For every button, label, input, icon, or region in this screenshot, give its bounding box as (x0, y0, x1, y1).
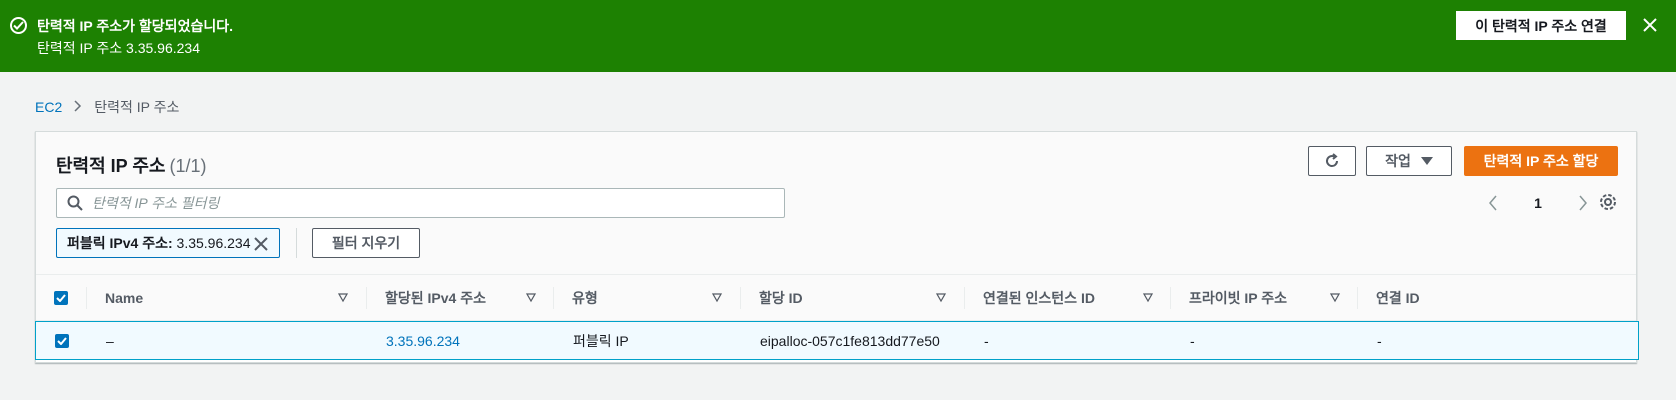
column-divider (1357, 287, 1358, 309)
selection-count: (1/1) (169, 156, 207, 176)
checkbox-checked-icon (54, 291, 68, 305)
allocate-eip-button[interactable]: 탄력적 IP 주소 할당 (1464, 146, 1618, 176)
column-divider (1170, 287, 1171, 309)
filter-token-value: 3.35.96.234 (176, 235, 251, 251)
select-all-checkbox[interactable] (54, 275, 68, 321)
check-circle-icon (10, 17, 27, 34)
column-header-name[interactable]: Name (105, 275, 143, 321)
refresh-button[interactable] (1308, 146, 1356, 176)
success-flash-banner: 탄력적 IP 주소가 할당되었습니다. 탄력적 IP 주소 3.35.96.23… (0, 0, 1676, 72)
filter-token-key: 퍼블릭 IPv4 주소: (67, 235, 173, 251)
cell-association-id: - (1377, 332, 1382, 349)
column-header-type[interactable]: 유형 (572, 275, 598, 321)
breadcrumb: EC2 탄력적 IP 주소 (35, 97, 179, 117)
sort-icon[interactable] (338, 293, 348, 303)
clear-filters-button[interactable]: 필터 지우기 (312, 228, 420, 258)
checkbox-checked-icon (55, 333, 69, 348)
actions-dropdown[interactable]: 작업 (1366, 146, 1452, 176)
column-header-instance-id[interactable]: 연결된 인스턴스 ID (983, 275, 1095, 321)
panel-header: 탄력적 IP 주소(1/1) 작업 탄력적 IP 주소 할당 1 퍼블릭 IPv… (36, 132, 1636, 275)
chevron-right-icon[interactable] (1578, 195, 1588, 211)
close-icon[interactable] (1642, 17, 1658, 33)
column-header-allocation-id[interactable]: 할당 ID (759, 275, 803, 321)
refresh-icon (1326, 153, 1339, 167)
search-field (56, 188, 785, 218)
cell-allocation-id: eipalloc-057c1fe813dd77e50 (760, 332, 940, 349)
pagination: 1 (1488, 190, 1588, 216)
cell-name: – (106, 332, 114, 349)
column-divider (740, 287, 741, 309)
filter-token: 퍼블릭 IPv4 주소: 3.35.96.234 (56, 228, 280, 258)
sort-icon[interactable] (526, 293, 536, 303)
gear-icon[interactable] (1598, 192, 1618, 212)
sort-icon[interactable] (1143, 293, 1153, 303)
divider (296, 228, 297, 258)
column-divider (86, 287, 87, 309)
sort-icon[interactable] (936, 293, 946, 303)
column-header-private-ip[interactable]: 프라이빗 IP 주소 (1189, 275, 1287, 321)
chevron-right-icon (74, 99, 82, 115)
row-checkbox[interactable] (55, 322, 69, 359)
sort-icon[interactable] (1330, 293, 1340, 303)
actions-label: 작업 (1385, 153, 1411, 169)
page-title: 탄력적 IP 주소 (1/1) (56, 152, 207, 178)
breadcrumb-ec2-link[interactable]: EC2 (35, 99, 62, 115)
associate-eip-button[interactable]: 이 탄력적 IP 주소 연결 (1456, 11, 1626, 40)
cell-instance-id: - (984, 332, 989, 349)
column-divider (964, 287, 965, 309)
column-header-ipv4[interactable]: 할당된 IPv4 주소 (385, 275, 486, 321)
cell-private-ip: - (1190, 332, 1195, 349)
column-divider (553, 287, 554, 309)
cell-ipv4-link[interactable]: 3.35.96.234 (386, 322, 460, 359)
column-header-association-id[interactable]: 연결 ID (1376, 275, 1420, 321)
eip-table-panel: 탄력적 IP 주소(1/1) 작업 탄력적 IP 주소 할당 1 퍼블릭 IPv… (35, 131, 1639, 363)
panel-title-text: 탄력적 IP 주소 (56, 156, 166, 176)
remove-filter-icon[interactable] (253, 236, 269, 252)
breadcrumb-current: 탄력적 IP 주소 (94, 99, 180, 115)
cell-type: 퍼블릭 IP (573, 332, 629, 349)
chevron-left-icon[interactable] (1488, 195, 1498, 211)
column-divider (366, 287, 367, 309)
table-row[interactable]: – 3.35.96.234 퍼블릭 IP eipalloc-057c1fe813… (35, 321, 1639, 360)
page-number[interactable]: 1 (1534, 195, 1542, 211)
flash-subtitle: 탄력적 IP 주소 3.35.96.234 (37, 40, 201, 56)
sort-icon[interactable] (712, 293, 722, 303)
search-icon (67, 195, 83, 211)
flash-title: 탄력적 IP 주소가 할당되었습니다. (37, 18, 233, 34)
table-header: Name 할당된 IPv4 주소 유형 할당 ID 연결된 인스턴스 ID 프라… (36, 275, 1636, 321)
caret-down-icon (1420, 157, 1433, 165)
search-input[interactable] (92, 189, 772, 217)
